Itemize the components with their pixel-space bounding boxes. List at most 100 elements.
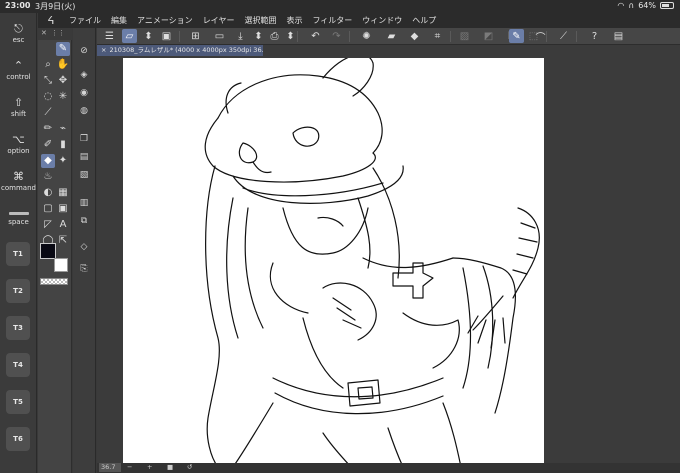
layer-icon[interactable]: ▱: [122, 29, 137, 43]
ruler-tool-icon[interactable]: ◸: [41, 218, 55, 232]
belt-buckle: [347, 379, 381, 407]
image-icon[interactable]: ▣: [159, 29, 174, 43]
redo-icon[interactable]: ↷: [329, 29, 344, 43]
fill-layer-icon[interactable]: ◉: [77, 86, 91, 100]
zoom-in-icon[interactable]: +: [147, 463, 152, 472]
layers-icon[interactable]: ◇: [77, 240, 91, 254]
menu-view[interactable]: 表示: [286, 15, 302, 26]
toolbar-divider: [349, 31, 350, 42]
fill-icon[interactable]: ▰: [384, 29, 399, 43]
pencil-tool-icon[interactable]: ✏: [41, 122, 55, 136]
frame-tool-icon[interactable]: ▣: [56, 202, 70, 216]
close-icon[interactable]: ✕: [41, 29, 47, 37]
hat-band-line: [204, 117, 376, 183]
line-icon[interactable]: ⟋: [556, 29, 571, 43]
undo-icon[interactable]: ↶: [308, 29, 323, 43]
brush-tool-icon[interactable]: ✐: [41, 138, 55, 152]
sub-color-swatch[interactable]: [54, 258, 68, 272]
t3-key[interactable]: T3: [6, 316, 30, 340]
print-icon[interactable]: ⎙: [267, 29, 282, 43]
command-key[interactable]: ⌘ command: [0, 171, 37, 193]
zoom-readout[interactable]: 36.7: [99, 463, 121, 472]
gradient-tool-icon[interactable]: ▦: [56, 186, 70, 200]
option-key[interactable]: ⌥ option: [0, 134, 37, 156]
merge-icon[interactable]: ⧉: [77, 214, 91, 228]
correct-line-tool-icon[interactable]: ⇱: [56, 234, 70, 248]
blur-tool-icon[interactable]: ♨: [41, 170, 55, 184]
combine-icon[interactable]: ▥: [77, 196, 91, 210]
cut-icon[interactable]: ▨: [457, 29, 472, 43]
transform-icon[interactable]: ⌗: [430, 29, 445, 43]
rotate-left-icon[interactable]: ↺: [187, 463, 192, 472]
brightness-icon[interactable]: ✺: [359, 29, 374, 43]
space-key[interactable]: space: [0, 208, 37, 226]
app-logo-icon[interactable]: ᔦ: [44, 14, 58, 27]
settings-icon[interactable]: ▤: [611, 29, 626, 43]
export-icon[interactable]: ⎘: [77, 262, 91, 276]
magic-wand-icon[interactable]: ✳: [56, 90, 70, 104]
restrict-icon[interactable]: ⊘: [77, 44, 91, 58]
zoom-out-icon[interactable]: −: [127, 463, 132, 472]
eyedropper-icon[interactable]: ⟋: [41, 106, 55, 120]
erase-layer-icon[interactable]: ◍: [77, 104, 91, 118]
pattern-icon[interactable]: ◩: [481, 29, 496, 43]
t6-key[interactable]: T6: [6, 427, 30, 451]
marker-tool-icon[interactable]: ⌁: [56, 122, 70, 136]
menu-help[interactable]: ヘルプ: [412, 15, 436, 26]
menu-icon[interactable]: ☰: [102, 29, 117, 43]
grip-icon[interactable]: ⋮⋮: [51, 29, 65, 37]
folder-icon[interactable]: ▭: [212, 29, 227, 43]
menu-filter[interactable]: フィルター: [312, 15, 352, 26]
up-down-icon[interactable]: ⬍: [141, 29, 156, 43]
t1-key[interactable]: T1: [6, 242, 30, 266]
lasso-tool-icon[interactable]: ◌: [41, 90, 55, 104]
menu-edit[interactable]: 編集: [111, 15, 127, 26]
menu-layer[interactable]: レイヤー: [203, 15, 235, 26]
clear-layer-icon[interactable]: ◈: [77, 68, 91, 82]
hand-tool-icon[interactable]: ✋: [56, 58, 70, 72]
up-down-icon-2[interactable]: ⬍: [251, 29, 266, 43]
shift-key[interactable]: ⇧ shift: [0, 97, 37, 119]
text-tool-icon[interactable]: A: [56, 218, 70, 232]
paste-icon[interactable]: ▤: [77, 150, 91, 164]
canvas-area[interactable]: × 210308_ラムレザル* (4000 x 4000px 350dpi 36.…: [97, 45, 680, 473]
coat-right: [442, 402, 462, 467]
pen-tool-icon[interactable]: ✎: [56, 42, 70, 56]
menu-file[interactable]: ファイル: [69, 15, 101, 26]
zoom-tool-icon[interactable]: ⌕: [41, 58, 55, 72]
menu-selection[interactable]: 選択範囲: [244, 15, 276, 26]
document-tab[interactable]: × 210308_ラムレザル* (4000 x 4000px 350dpi 36.…: [97, 45, 263, 56]
esc-label: esc: [12, 36, 25, 44]
hair-strand-1: [226, 197, 239, 339]
control-key[interactable]: ⌃ control: [0, 60, 37, 82]
figure-tool-icon[interactable]: ▢: [41, 202, 55, 216]
t4-key[interactable]: T4: [6, 353, 30, 377]
blend-tool-icon[interactable]: ✦: [56, 154, 70, 168]
main-color-swatch[interactable]: [40, 243, 56, 259]
up-down-icon-3[interactable]: ⬍: [283, 29, 298, 43]
eraser-tool-icon[interactable]: ◆: [41, 154, 55, 168]
move-tool-icon[interactable]: ✥: [56, 74, 70, 88]
fit-icon[interactable]: ■: [167, 463, 173, 472]
esc-key[interactable]: ⎋ esc: [0, 23, 37, 45]
eraser-icon[interactable]: ◆: [407, 29, 422, 43]
brush-icon[interactable]: ⌒: [533, 29, 548, 44]
t5-key[interactable]: T5: [6, 390, 30, 414]
status-icons: ◠ ∩ 64%: [617, 1, 674, 10]
transparent-color-swatch[interactable]: [40, 278, 68, 285]
layer-mask-icon[interactable]: ▧: [77, 168, 91, 182]
menu-animation[interactable]: アニメーション: [137, 15, 193, 26]
help-icon[interactable]: ?: [587, 29, 602, 43]
new-layer-icon[interactable]: ⊞: [188, 29, 203, 43]
menu-window[interactable]: ウィンドウ: [362, 15, 402, 26]
airbrush-tool-icon[interactable]: ▮: [56, 138, 70, 152]
drawing-canvas[interactable]: [123, 58, 544, 467]
coat-left: [232, 402, 274, 467]
close-tab-icon[interactable]: ×: [101, 46, 106, 54]
copy-icon[interactable]: ❐: [77, 132, 91, 146]
fill-tool-icon[interactable]: ◐: [41, 186, 55, 200]
rotate-tool-icon[interactable]: ⤡: [41, 74, 55, 88]
t2-key[interactable]: T2: [6, 279, 30, 303]
save-icon[interactable]: ⤓: [233, 29, 248, 43]
pen-active-icon[interactable]: ✎: [509, 29, 524, 43]
